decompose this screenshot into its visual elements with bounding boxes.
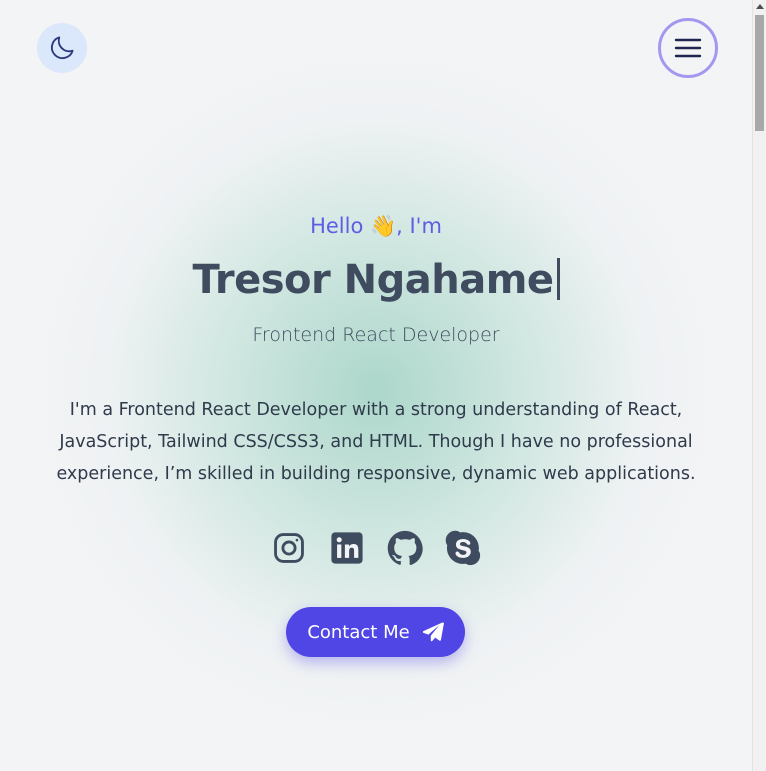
instagram-icon xyxy=(274,533,304,563)
greeting-text: Hello 👋, I'm xyxy=(310,214,442,238)
github-link[interactable] xyxy=(386,529,424,567)
skype-link[interactable] xyxy=(444,529,482,567)
hamburger-menu-icon xyxy=(674,38,702,58)
linkedin-icon xyxy=(331,532,363,564)
name-heading: Tresor Ngahame xyxy=(0,254,752,306)
skype-icon xyxy=(445,530,481,566)
paper-plane-icon xyxy=(422,622,444,642)
typing-cursor xyxy=(556,258,560,300)
page: Hello 👋, I'm Tresor Ngahame Frontend Rea… xyxy=(0,0,752,771)
moon-icon xyxy=(50,36,74,60)
role-subtitle: Frontend React Developer xyxy=(252,324,500,346)
page-scrollbar[interactable] xyxy=(752,0,766,771)
bio-paragraph: I'm a Frontend React Developer with a st… xyxy=(56,400,696,484)
theme-toggle-button[interactable] xyxy=(37,23,87,73)
linkedin-link[interactable] xyxy=(328,529,366,567)
social-links xyxy=(270,528,482,568)
menu-button[interactable] xyxy=(658,18,718,78)
github-icon xyxy=(387,530,423,565)
instagram-link[interactable] xyxy=(270,529,308,567)
scrollbar-thumb[interactable] xyxy=(755,15,764,131)
contact-me-button[interactable]: Contact Me xyxy=(286,607,465,657)
scroll-up-arrow-icon[interactable] xyxy=(756,4,764,9)
contact-me-label: Contact Me xyxy=(307,621,410,643)
name-text: Tresor Ngahame xyxy=(192,257,554,303)
